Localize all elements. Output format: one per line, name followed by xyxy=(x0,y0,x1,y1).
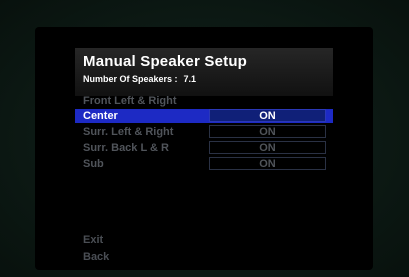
menu-item-front-left-right[interactable]: Front Left & Right xyxy=(75,94,333,108)
surr-back-value[interactable]: ON xyxy=(209,141,326,154)
menu-title: Manual Speaker Setup xyxy=(83,53,248,70)
menu-header: Manual Speaker Setup Number Of Speakers … xyxy=(75,48,333,96)
exit-button[interactable]: Exit xyxy=(83,234,103,246)
menu-item-label: Surr. Left & Right xyxy=(83,126,174,138)
back-button[interactable]: Back xyxy=(83,251,109,263)
surr-left-right-value[interactable]: ON xyxy=(209,125,326,138)
menu-item-surr-left-right[interactable]: Surr. Left & Right ON xyxy=(75,125,333,139)
menu-item-label: Front Left & Right xyxy=(83,95,177,107)
sub-value[interactable]: ON xyxy=(209,157,326,170)
menu-item-center[interactable]: Center ON xyxy=(75,109,333,123)
center-value[interactable]: ON xyxy=(209,109,326,122)
speaker-count-label: Number Of Speakers : xyxy=(83,74,178,84)
menu-item-surr-back[interactable]: Surr. Back L & R ON xyxy=(75,141,333,155)
menu-item-label: Surr. Back L & R xyxy=(83,142,169,154)
speaker-count-value: 7.1 xyxy=(183,74,197,84)
menu-item-label: Sub xyxy=(83,158,104,170)
speaker-count: Number Of Speakers : 7.1 xyxy=(83,74,196,84)
menu-item-label: Center xyxy=(83,110,118,122)
screen: Manual Speaker Setup Number Of Speakers … xyxy=(35,27,373,270)
menu-item-sub[interactable]: Sub ON xyxy=(75,157,333,171)
